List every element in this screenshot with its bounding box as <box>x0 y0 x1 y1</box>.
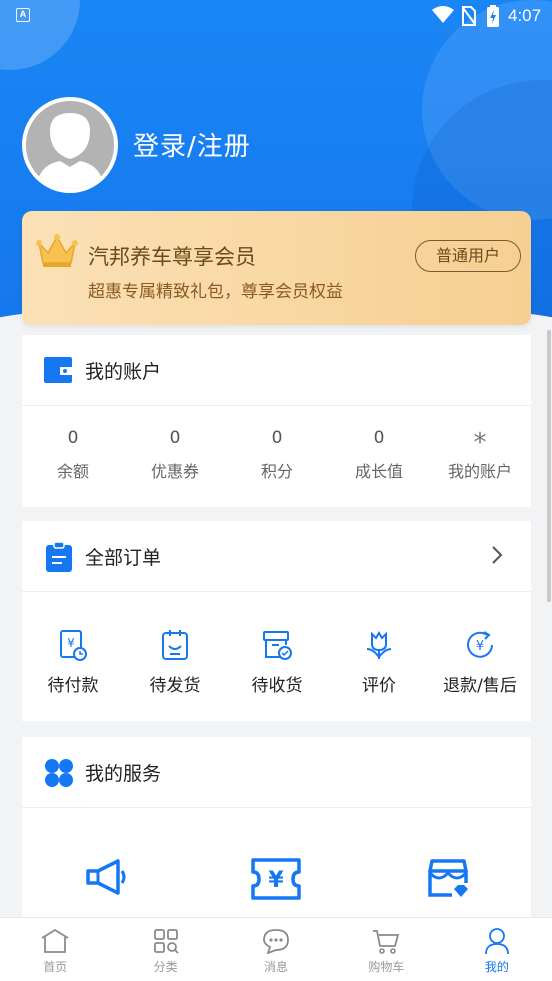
svg-text:¥: ¥ <box>476 639 484 654</box>
stat-coupons[interactable]: 0 优惠券 <box>124 428 226 482</box>
orders-card: 全部订单 ¥ 待付款 待发货 待收货 评价 ¥ 退款/售后 <box>22 521 531 721</box>
order-label: 待付款 <box>47 676 99 696</box>
services-card-header: 我的服务 <box>22 737 531 808</box>
service-item-announcement[interactable] <box>84 857 130 901</box>
vip-title: 汽邦养车尊享会员 <box>88 245 256 269</box>
tab-category[interactable]: 分类 <box>110 918 220 981</box>
tab-mine[interactable]: 我的 <box>442 918 552 981</box>
orders-title: 全部订单 <box>85 547 162 569</box>
coupon-yen-icon: ¥ <box>251 858 301 900</box>
stat-label: 成长值 <box>354 462 403 481</box>
svg-text:¥: ¥ <box>268 868 284 893</box>
order-label: 待收货 <box>251 676 303 696</box>
stat-my-account[interactable]: * 我的账户 <box>429 428 531 482</box>
home-icon <box>41 928 69 953</box>
avatar[interactable] <box>22 97 118 193</box>
vip-subtitle: 超惠专属精致礼包，尊享会员权益 <box>88 282 343 302</box>
review-icon <box>366 631 392 659</box>
stat-value: 0 <box>169 428 181 448</box>
svg-text:¥: ¥ <box>67 636 75 650</box>
order-label: 退款/售后 <box>443 676 517 696</box>
notification-icon: A <box>16 8 30 22</box>
services-card: 我的服务 ¥ <box>22 737 531 937</box>
pending-shipment-icon <box>162 630 188 660</box>
default-avatar-icon <box>26 101 114 189</box>
chevron-right-icon <box>492 546 503 564</box>
stat-points[interactable]: 0 积分 <box>226 428 328 482</box>
order-refund[interactable]: ¥ 退款/售后 <box>429 627 531 696</box>
order-pending-shipment[interactable]: 待发货 <box>124 627 226 696</box>
battery-icon <box>487 5 499 27</box>
scrollbar[interactable] <box>547 330 551 602</box>
stat-value: 0 <box>271 428 283 448</box>
stat-balance[interactable]: 0 余额 <box>22 428 124 482</box>
stat-value: * <box>473 428 487 458</box>
pending-payment-icon: ¥ <box>60 630 87 661</box>
login-register-link[interactable]: 登录/注册 <box>133 126 251 163</box>
category-icon <box>153 929 179 954</box>
tab-cart[interactable]: 购物车 <box>331 918 441 981</box>
account-card: 我的账户 0 余额 0 优惠券 0 积分 0 成长值 * 我的账户 <box>22 335 531 507</box>
crown-icon <box>36 234 78 267</box>
order-label: 评价 <box>362 676 396 696</box>
all-orders-row[interactable]: 全部订单 <box>22 521 531 592</box>
pending-receipt-icon <box>263 631 292 660</box>
services-title: 我的服务 <box>85 763 162 785</box>
tab-label: 首页 <box>43 960 68 974</box>
account-title: 我的账户 <box>85 361 162 383</box>
stat-growth[interactable]: 0 成长值 <box>328 428 430 482</box>
tab-messages[interactable]: 消息 <box>221 918 331 981</box>
store-icon <box>428 859 468 897</box>
account-card-header[interactable]: 我的账户 <box>22 335 531 406</box>
stat-label: 我的账户 <box>447 462 512 481</box>
wallet-icon <box>44 357 72 383</box>
stat-label: 优惠券 <box>150 462 199 481</box>
bottom-tab-bar: 首页 分类 消息 购物车 我的 <box>0 917 552 981</box>
megaphone-icon <box>86 859 126 895</box>
service-item-store[interactable] <box>426 857 470 905</box>
stat-value: 0 <box>67 428 79 448</box>
stat-value: 0 <box>373 428 385 448</box>
message-icon <box>263 929 289 954</box>
clock: 4:07 <box>508 6 542 25</box>
stat-label: 余额 <box>56 462 89 481</box>
service-item-coupon[interactable]: ¥ <box>250 857 302 905</box>
tab-label: 消息 <box>264 960 289 974</box>
tab-label: 我的 <box>484 960 509 974</box>
order-label: 待发货 <box>149 676 201 696</box>
order-pending-payment[interactable]: ¥ 待付款 <box>22 627 124 696</box>
order-review[interactable]: 评价 <box>328 627 430 696</box>
status-bar: A 4:07 <box>0 0 552 32</box>
user-icon <box>484 928 509 955</box>
clipboard-icon <box>46 542 72 572</box>
stat-label: 积分 <box>260 462 293 481</box>
refund-icon: ¥ <box>467 631 493 658</box>
cart-icon <box>373 930 400 954</box>
clover-icon <box>45 759 73 787</box>
wifi-icon <box>432 6 454 23</box>
sim-icon <box>462 6 476 26</box>
order-pending-receipt[interactable]: 待收货 <box>226 627 328 696</box>
tab-label: 购物车 <box>368 960 405 974</box>
tab-home[interactable]: 首页 <box>0 918 110 981</box>
vip-membership-card[interactable]: 汽邦养车尊享会员 超惠专属精致礼包，尊享会员权益 普通用户 <box>22 211 531 325</box>
tab-label: 分类 <box>153 960 178 974</box>
member-level-badge[interactable]: 普通用户 <box>415 240 521 272</box>
